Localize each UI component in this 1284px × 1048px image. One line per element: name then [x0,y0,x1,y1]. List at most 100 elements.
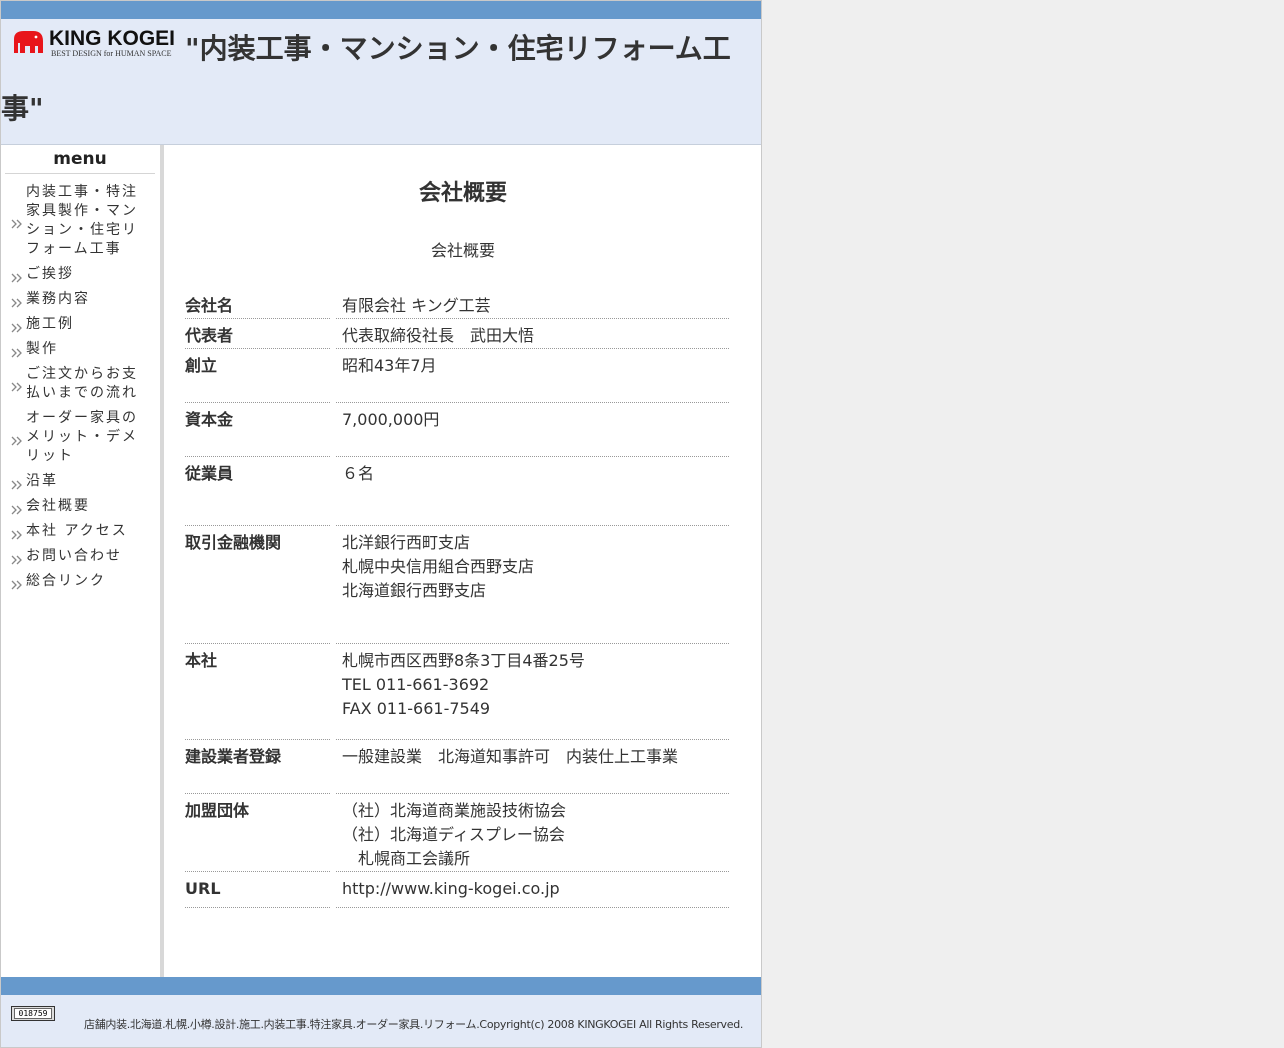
sidebar-item[interactable]: ご注文からお支払いまでの流れ [1,362,159,406]
double-chevron-right-icon [11,270,23,282]
sidebar-item-label: 会社概要 [26,498,90,514]
menu-title: menu [5,145,155,174]
info-value-line: ６名 [342,464,375,483]
sidebar-item[interactable]: オーダー家具のメリット・デメリット [1,406,159,469]
double-chevron-right-icon [11,295,23,307]
info-key: 会社名 [185,289,336,319]
sidebar-item-label: 総合リンク [26,573,106,589]
info-value-line: 札幌商工会議所 [342,849,471,868]
double-chevron-right-icon [11,552,23,564]
main-content: 会社概要 会社概要 会社名 有限会社 キング工芸 代表者 代表取締役社長 武田大悟 創立… [165,145,761,977]
sidebar-item-label: 沿革 [26,473,58,489]
double-chevron-right-icon [11,320,23,332]
info-row: 加盟団体 （社）北海道商業施設技術協会 （社）北海道ディスプレー協会 札幌商工会議所 [185,793,729,872]
info-value: 7,000,000円 [333,402,729,457]
double-chevron-right-icon [11,502,23,514]
sidebar-item[interactable]: ご挨拶 [1,262,159,287]
page-subtitle: 会社概要 [430,241,495,260]
double-chevron-right-icon [11,577,23,589]
info-value-line: 代表取締役社長 武田大悟 [342,326,535,345]
info-value: 有限会社 キング工芸 [333,289,729,319]
info-key: 従業員 [185,456,336,526]
info-key: 創立 [185,348,336,403]
info-value-line: FAX 011-661-7549 [342,699,491,718]
info-value-line: 札幌市西区西野8条3丁目4番25号 [342,651,585,670]
info-row: 創立 昭和43年7月 [185,348,729,403]
sidebar-item[interactable]: 業務内容 [1,287,159,312]
info-value-line: 有限会社 キング工芸 [342,296,491,315]
top-accent-bar [1,1,761,19]
double-chevron-right-icon [11,477,23,489]
sidebar: menu 内装工事・特注家具製作・マンション・住宅リフォーム工事ご挨拶業務内容施… [1,145,159,977]
info-key: 代表者 [185,318,336,349]
sidebar-item-label: 製作 [26,341,58,357]
page: "内装工事・マンション・住宅リフォーム工事" KING KOGEI BEST D… [0,0,762,1048]
info-row: 会社名 有限会社 キング工芸 [185,289,729,319]
sidebar-divider [160,145,164,977]
info-row: 取引金融機関 北洋銀行西町支店札幌中央信用組合西野支店 北海道銀行西野支店 [185,525,729,644]
info-value: 札幌市西区西野8条3丁目4番25号 TEL 011-661-3692 FAX 011… [333,643,729,740]
bottom-accent-bar [1,977,761,995]
access-counter-value: 018759 [14,1008,52,1019]
sidebar-item[interactable]: 本社 アクセス [1,519,159,544]
info-row: 資本金 7,000,000円 [185,402,729,457]
info-row: 建設業者登録 一般建設業 北海道知事許可 内装仕上工事業 [185,739,729,794]
info-row: URL http://www.king-kogei.co.jp [185,871,729,908]
double-chevron-right-icon [11,345,23,357]
double-chevron-right-icon [11,527,23,539]
sidebar-item-label: 本社 アクセス [26,523,128,539]
sidebar-item-label: ご挨拶 [26,266,74,282]
info-row: 従業員 ６名 [185,456,729,526]
sidebar-item[interactable]: 製作 [1,337,159,362]
info-key: URL [185,871,336,908]
logo-wordmark: KING KOGEI [49,27,176,50]
info-value[interactable]: http://www.king-kogei.co.jp [333,871,729,908]
sidebar-menu: 内装工事・特注家具製作・マンション・住宅リフォーム工事ご挨拶業務内容施工例製作ご… [1,180,159,594]
sidebar-item[interactable]: 内装工事・特注家具製作・マンション・住宅リフォーム工事 [1,180,159,262]
info-value-line: 7,000,000円 [342,410,440,429]
info-value-line: TEL 011-661-3692 [342,675,490,694]
info-value: 北洋銀行西町支店札幌中央信用組合西野支店 北海道銀行西野支店 [333,525,729,644]
info-value-line: 一般建設業 北海道知事許可 内装仕上工事業 [342,747,679,766]
sidebar-item-label: オーダー家具のメリット・デメリット [26,410,138,464]
elephant-logo-icon [14,31,43,53]
info-key: 建設業者登録 [185,739,336,794]
sidebar-item-label: 業務内容 [26,291,90,307]
info-key: 取引金融機関 [185,525,336,644]
site-header: "内装工事・マンション・住宅リフォーム工事" KING KOGEI BEST D… [1,19,761,145]
sidebar-item-label: ご注文からお支払いまでの流れ [26,366,138,401]
sidebar-item[interactable]: 総合リンク [1,569,159,594]
info-value: 一般建設業 北海道知事許可 内装仕上工事業 [333,739,729,794]
sidebar-item-label: 内装工事・特注家具製作・マンション・住宅リフォーム工事 [26,184,138,257]
info-value-line: （社）北海道商業施設技術協会 [342,801,567,820]
info-value-line: 昭和43年7月 [342,356,437,375]
info-value: 昭和43年7月 [333,348,729,403]
company-info-table: 会社名 有限会社 キング工芸 代表者 代表取締役社長 武田大悟 創立 昭和43年7月 資本金… [185,289,729,908]
double-chevron-right-icon [11,433,23,445]
company-logo[interactable]: KING KOGEI BEST DESIGN for HUMAN SPACE [11,27,176,58]
sidebar-item[interactable]: 会社概要 [1,494,159,519]
sidebar-item-label: お問い合わせ [26,548,122,564]
double-chevron-right-icon [11,379,23,392]
logo-tagline: BEST DESIGN for HUMAN SPACE [51,49,172,58]
info-row: 本社 札幌市西区西野8条3丁目4番25号 TEL 011-661-3692 FAX 0… [185,643,729,740]
info-value: ６名 [333,456,729,526]
info-value-line: 北海道銀行西野支店 [342,581,487,600]
info-key: 本社 [185,643,336,740]
info-value: 代表取締役社長 武田大悟 [333,318,729,349]
site-footer: 018759 店舗内装.北海道.札幌.小樽.設計.施工.内装工事.特注家具.オー… [1,995,761,1047]
sidebar-item[interactable]: 施工例 [1,312,159,337]
info-value-line: http://www.king-kogei.co.jp [342,879,560,898]
sidebar-item-label: 施工例 [26,316,74,332]
info-value: （社）北海道商業施設技術協会 （社）北海道ディスプレー協会 札幌商工会議所 [333,793,729,872]
copyright-text: 店舗内装.北海道.札幌.小樽.設計.施工.内装工事.特注家具.オーダー家具.リフ… [84,1018,744,1031]
info-value-line: 北洋銀行西町支店 [342,533,471,552]
sidebar-item[interactable]: お問い合わせ [1,544,159,569]
info-row: 代表者 代表取締役社長 武田大悟 [185,318,729,349]
sidebar-item[interactable]: 沿革 [1,469,159,494]
info-value-line: 札幌中央信用組合西野支店 [342,557,535,576]
info-key: 資本金 [185,402,336,457]
page-title: 会社概要 [418,181,507,206]
info-key: 加盟団体 [185,793,336,872]
double-chevron-right-icon [11,216,23,229]
